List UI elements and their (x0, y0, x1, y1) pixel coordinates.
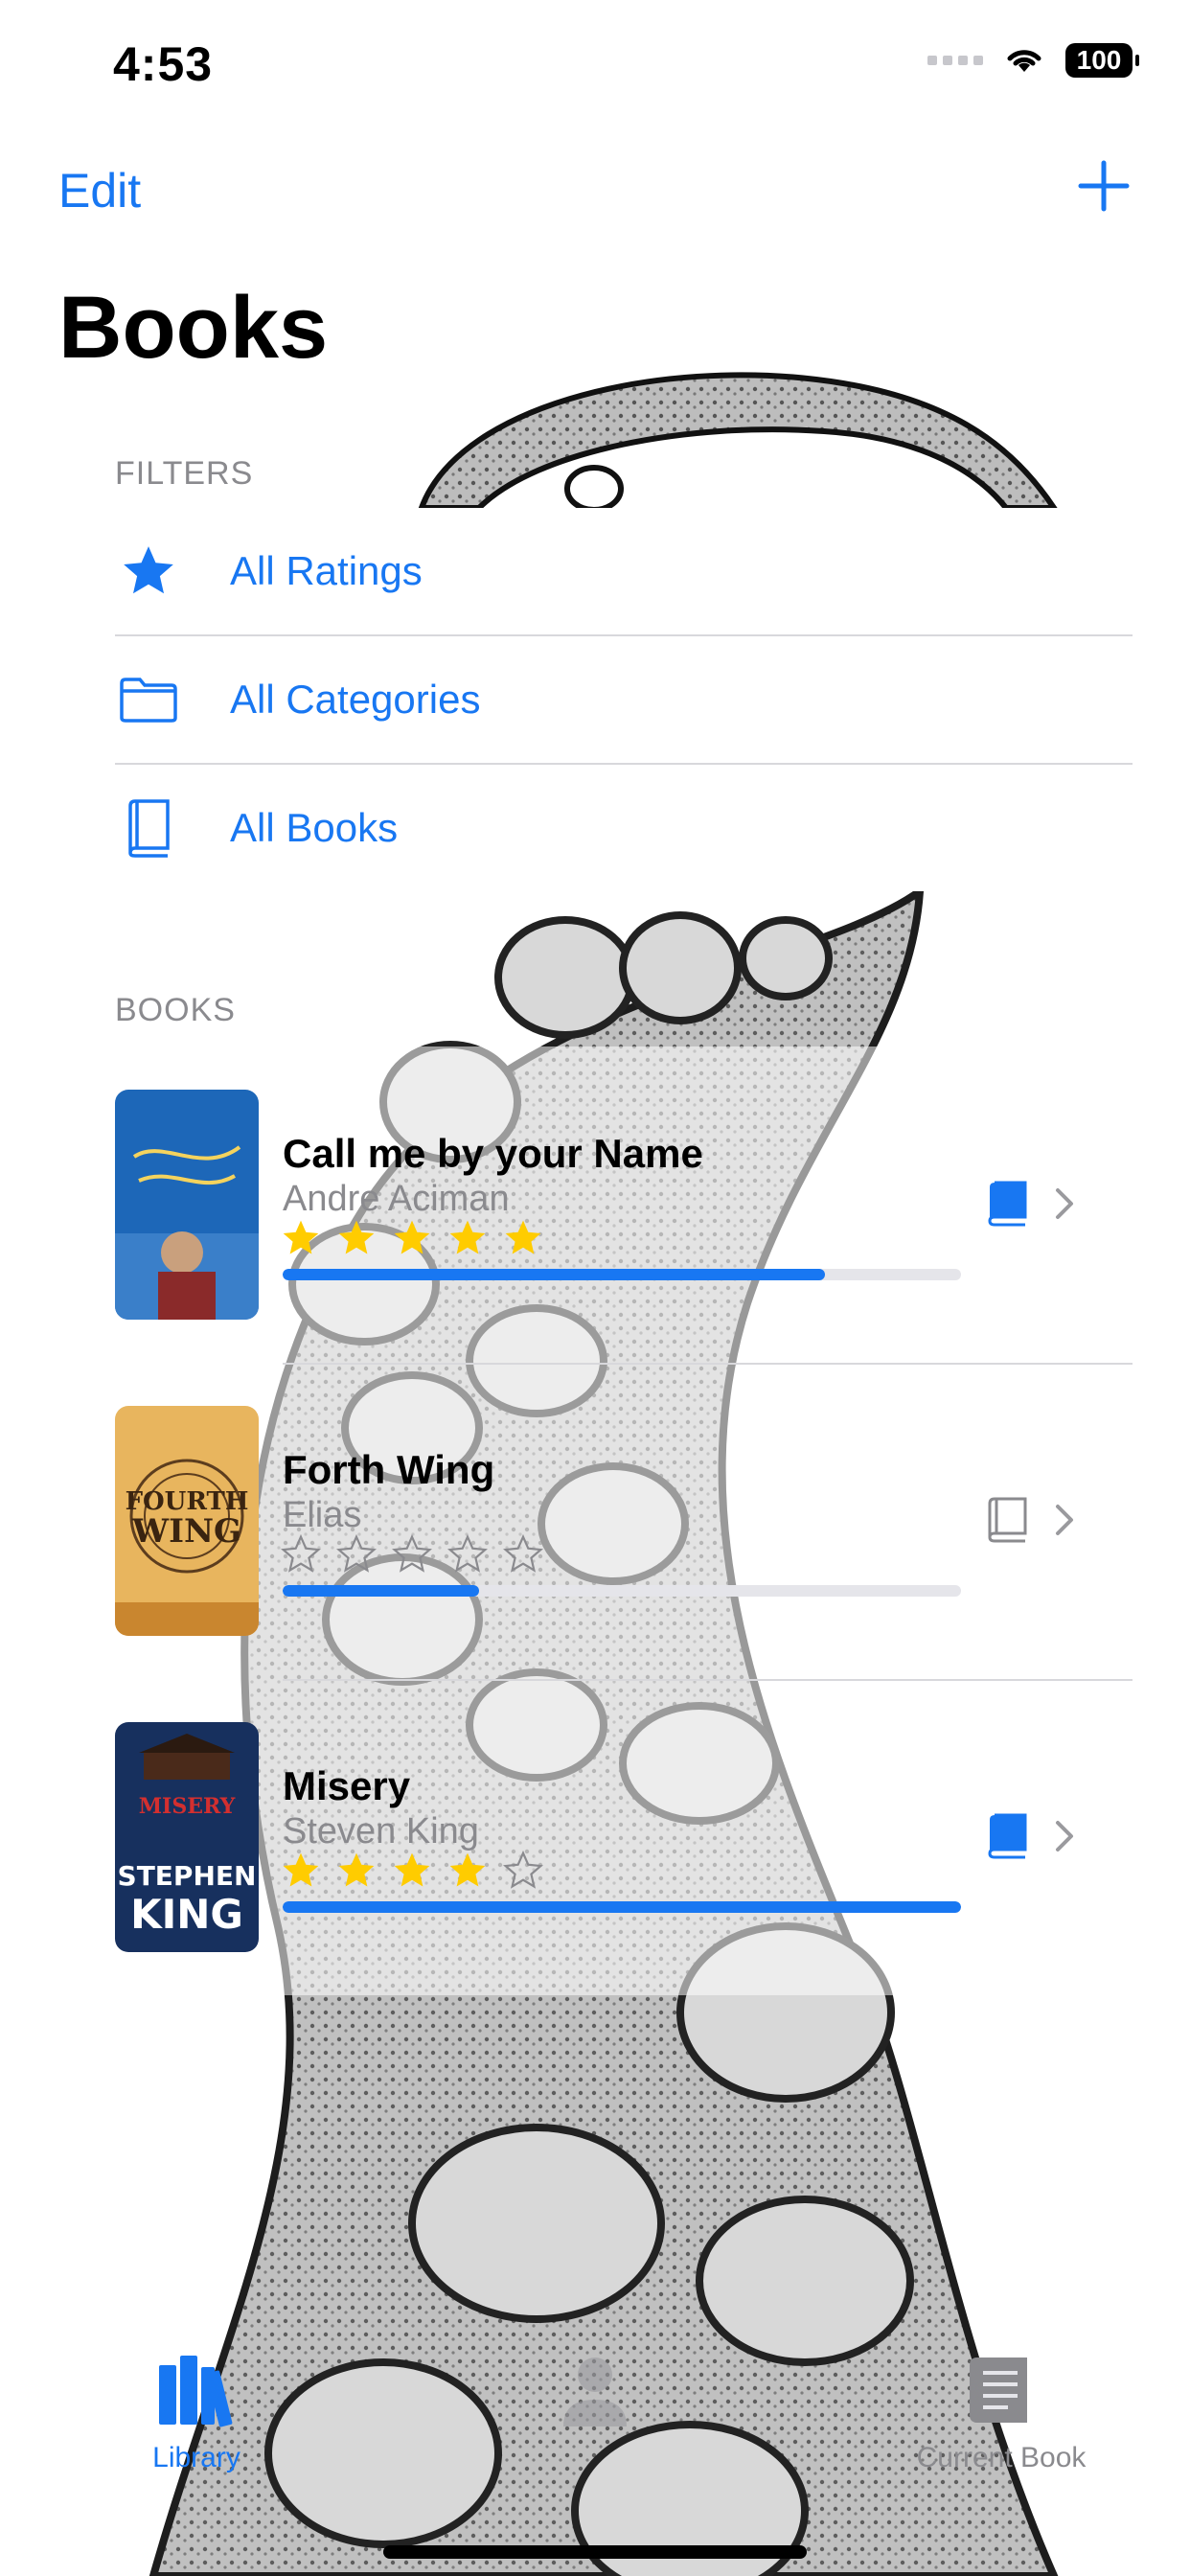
book-reading-icon (988, 1181, 1027, 1227)
svg-text:MISERY: MISERY (139, 1794, 236, 1819)
filters-section-header: FILTERS (115, 455, 254, 492)
star-filled-icon (283, 1852, 319, 1887)
filter-all-ratings[interactable]: All Ratings (115, 508, 1133, 634)
filter-label: All Books (230, 805, 399, 850)
book-title: Misery (283, 1763, 411, 1808)
svg-text:KING: KING (130, 1891, 243, 1938)
book-cover-image (115, 1090, 259, 1320)
cellular-signal-icon (927, 56, 983, 65)
tab-library[interactable]: Library (72, 2346, 321, 2474)
star-filled-icon (394, 1852, 430, 1887)
svg-text:WING: WING (131, 1512, 241, 1551)
chevron-right-icon (1056, 1505, 1073, 1535)
edit-button[interactable]: Edit (58, 163, 141, 218)
book-title: Call me by your Name (283, 1131, 703, 1176)
reading-progress-bar (283, 1901, 961, 1913)
tab-label: Current Book (916, 2442, 1087, 2473)
filter-all-categories[interactable]: All Categories (115, 634, 1133, 763)
tab-bar: Library Current Book (0, 2288, 1190, 2576)
folder-icon (115, 666, 182, 733)
person-icon (563, 2358, 627, 2426)
svg-text:STEPHEN: STEPHEN (118, 1860, 257, 1892)
star-empty-icon (281, 1533, 321, 1573)
home-indicator (383, 2545, 807, 2559)
book-author: Andre Aciman (283, 1179, 510, 1219)
star-filled-icon (394, 1220, 430, 1254)
plus-icon[interactable] (1077, 159, 1131, 213)
progress-fill (283, 1901, 961, 1913)
status-indicators: 100 (927, 43, 1139, 78)
book-cover-image: MISERY STEPHEN KING (115, 1722, 259, 1952)
star-empty-icon (336, 1533, 377, 1573)
library-icon (159, 2356, 233, 2427)
rating-stars (280, 1217, 544, 1259)
star-filled-icon (505, 1220, 541, 1254)
chevron-right-icon (1056, 1821, 1073, 1852)
book-row[interactable]: MISERY STEPHEN KING Misery Steven King (115, 1679, 1133, 1995)
current-book-icon (970, 2358, 1027, 2423)
filter-label: All Categories (230, 677, 481, 722)
books-list: Call me by your Name Andre Aciman FOURTH… (115, 1046, 1133, 1995)
star-filled-icon (338, 1220, 375, 1254)
star-empty-icon (392, 1533, 432, 1573)
progress-fill (283, 1585, 480, 1597)
page-title: Books (58, 279, 329, 377)
star-filled-icon (449, 1852, 486, 1887)
filters-list: All Ratings All Categories All Books (115, 508, 1133, 891)
wifi-icon (1007, 50, 1041, 72)
star-empty-icon (447, 1533, 488, 1573)
book-title: Forth Wing (283, 1447, 495, 1492)
book-icon (115, 794, 182, 862)
star-empty-icon (503, 1850, 543, 1889)
filter-all-books[interactable]: All Books (115, 763, 1133, 891)
progress-fill (283, 1269, 826, 1280)
star-filled-icon (338, 1852, 375, 1887)
rating-stars (280, 1533, 544, 1576)
book-row[interactable]: Call me by your Name Andre Aciman (115, 1046, 1133, 1363)
star-icon (115, 538, 182, 605)
book-author: Elias (283, 1495, 362, 1535)
reading-progress-bar (283, 1585, 961, 1597)
books-section-header: BOOKS (115, 992, 236, 1028)
book-outline-icon (988, 1497, 1027, 1543)
reading-progress-bar (283, 1269, 961, 1280)
filter-label: All Ratings (230, 548, 423, 593)
rating-stars (280, 1850, 544, 1892)
battery-icon: 100 (1065, 43, 1139, 78)
book-author: Steven King (283, 1811, 479, 1852)
star-empty-icon (503, 1533, 543, 1573)
book-cover-image: FOURTH WING (115, 1406, 259, 1636)
book-row[interactable]: FOURTH WING Forth Wing Elias (115, 1363, 1133, 1679)
status-time: 4:53 (113, 37, 214, 91)
book-reading-icon (988, 1813, 1027, 1859)
star-filled-icon (283, 1220, 319, 1254)
star-filled-icon (449, 1220, 486, 1254)
tab-current-book[interactable]: Current Book (877, 2346, 1126, 2474)
chevron-right-icon (1056, 1188, 1073, 1219)
tab-profile[interactable] (470, 2346, 720, 2442)
tab-label: Library (152, 2442, 240, 2473)
